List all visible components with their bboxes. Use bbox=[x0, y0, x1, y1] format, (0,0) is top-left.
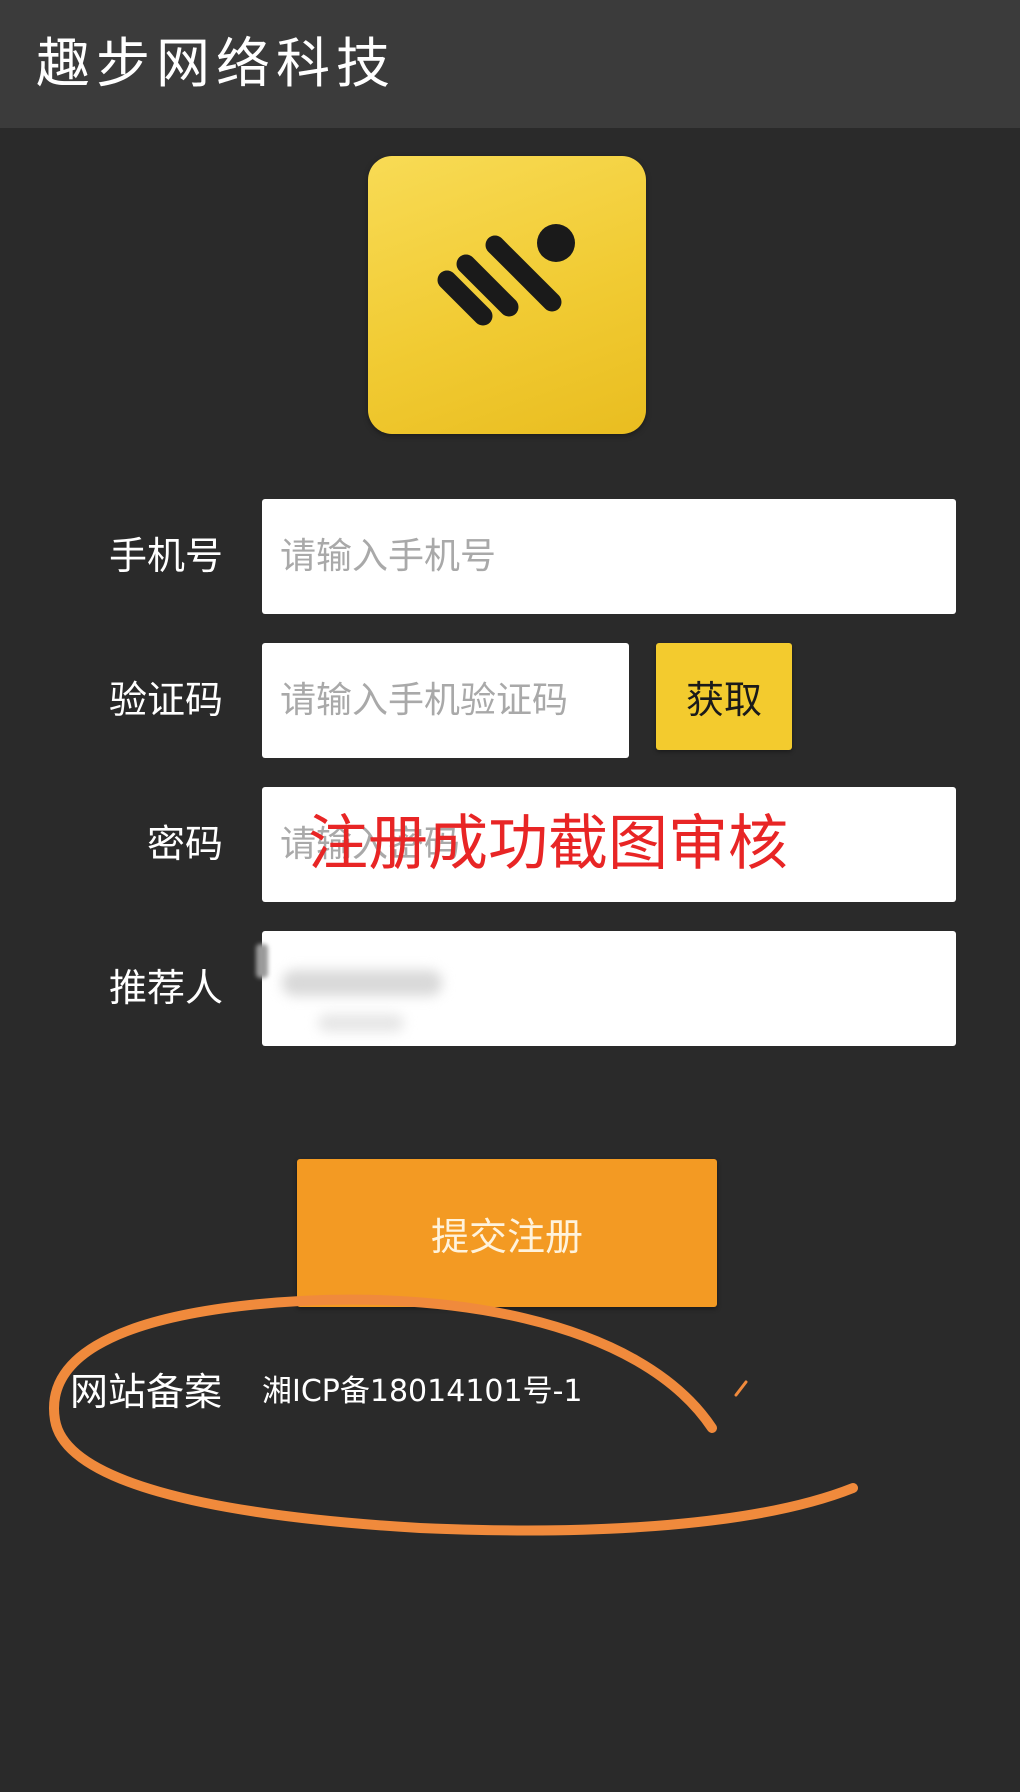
referrer-label: 推荐人 bbox=[108, 966, 223, 1010]
phone-input[interactable] bbox=[262, 499, 956, 614]
code-label: 验证码 bbox=[108, 678, 223, 722]
app-header: 趣步网络科技 bbox=[0, 0, 1020, 128]
icp-label: 网站备案 bbox=[70, 1370, 223, 1414]
password-input[interactable] bbox=[262, 787, 956, 902]
redaction-blur bbox=[318, 1014, 404, 1032]
redaction-blur bbox=[282, 970, 442, 996]
password-label: 密码 bbox=[146, 822, 223, 866]
app-logo bbox=[368, 156, 646, 434]
app-title: 趣步网络科技 bbox=[36, 32, 396, 95]
get-code-button[interactable]: 获取 bbox=[656, 643, 792, 750]
phone-label: 手机号 bbox=[108, 534, 223, 578]
redaction-edge bbox=[256, 944, 268, 978]
icp-number: 湘ICP备18014101号-1 bbox=[262, 1374, 583, 1409]
running-figure-icon bbox=[437, 224, 575, 326]
submit-register-button[interactable]: 提交注册 bbox=[297, 1159, 717, 1307]
verification-code-input[interactable] bbox=[262, 643, 629, 758]
